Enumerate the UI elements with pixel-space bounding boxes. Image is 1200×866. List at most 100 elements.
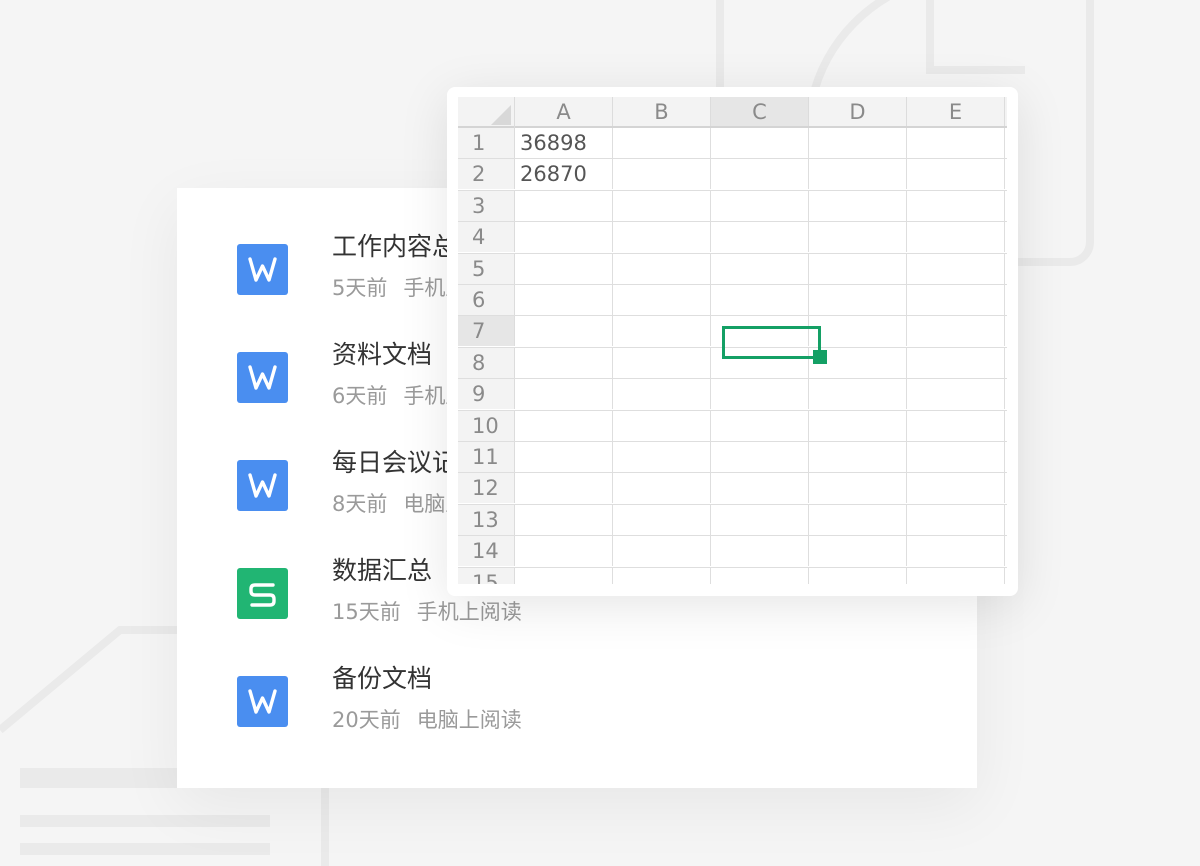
cell-c10[interactable] — [711, 410, 809, 441]
cell-a5[interactable] — [515, 253, 613, 284]
cell-a8[interactable] — [515, 347, 613, 378]
cell-e15[interactable] — [907, 567, 1005, 584]
cell-e14[interactable] — [907, 536, 1005, 567]
row-header[interactable]: 8 — [458, 347, 515, 378]
cell-e11[interactable] — [907, 442, 1005, 472]
cell-b11[interactable] — [613, 442, 711, 472]
cell-c13[interactable] — [711, 504, 809, 535]
column-header-e[interactable]: E — [907, 97, 1005, 126]
cell-b1[interactable] — [613, 128, 711, 158]
select-all-triangle-icon — [491, 105, 511, 125]
cell-c11[interactable] — [711, 442, 809, 472]
sheet-row: 6 — [458, 285, 1007, 317]
cell-b2[interactable] — [613, 159, 711, 190]
cell-a12[interactable] — [515, 473, 613, 504]
spreadsheet-grid: ABCDE 1 36898 2 26870 3 4 5 6 7 8 9 10 11 12 13 14 15 — [458, 97, 1007, 584]
cell-a14[interactable] — [515, 536, 613, 567]
cell-d2[interactable] — [809, 159, 907, 190]
cell-b3[interactable] — [613, 190, 711, 221]
cell-a3[interactable] — [515, 190, 613, 221]
cell-c3[interactable] — [711, 190, 809, 221]
column-header-c[interactable]: C — [711, 97, 809, 126]
cell-b13[interactable] — [613, 504, 711, 535]
row-header[interactable]: 7 — [458, 316, 515, 347]
row-header[interactable]: 14 — [458, 536, 515, 567]
cell-a2[interactable]: 26870 — [515, 159, 613, 190]
cell-d4[interactable] — [809, 222, 907, 253]
cell-d14[interactable] — [809, 536, 907, 567]
cell-a10[interactable] — [515, 410, 613, 441]
row-header[interactable]: 4 — [458, 222, 515, 253]
cell-c4[interactable] — [711, 222, 809, 253]
cell-e3[interactable] — [907, 190, 1005, 221]
row-header[interactable]: 15 — [458, 567, 515, 584]
cell-c2[interactable] — [711, 159, 809, 190]
cell-b4[interactable] — [613, 222, 711, 253]
row-header[interactable]: 11 — [458, 442, 515, 472]
cell-b5[interactable] — [613, 253, 711, 284]
cell-e4[interactable] — [907, 222, 1005, 253]
cell-d12[interactable] — [809, 473, 907, 504]
cell-c5[interactable] — [711, 253, 809, 284]
cell-c12[interactable] — [711, 473, 809, 504]
cell-a15[interactable] — [515, 567, 613, 584]
cell-b12[interactable] — [613, 473, 711, 504]
column-header-a[interactable]: A — [515, 97, 613, 126]
cell-e12[interactable] — [907, 473, 1005, 504]
cell-e13[interactable] — [907, 504, 1005, 535]
cell-e1[interactable] — [907, 128, 1005, 158]
cell-e9[interactable] — [907, 379, 1005, 410]
cell-d7[interactable] — [809, 316, 907, 347]
file-list-item[interactable]: 备份文档 20天前 电脑上阅读 — [237, 662, 957, 742]
fill-handle[interactable] — [813, 350, 827, 364]
row-header[interactable]: 12 — [458, 473, 515, 504]
cell-d15[interactable] — [809, 567, 907, 584]
row-header[interactable]: 5 — [458, 253, 515, 284]
cell-d5[interactable] — [809, 253, 907, 284]
sheet-row: 4 — [458, 222, 1007, 254]
cell-d1[interactable] — [809, 128, 907, 158]
cell-b15[interactable] — [613, 567, 711, 584]
row-header[interactable]: 1 — [458, 128, 515, 158]
row-header[interactable]: 13 — [458, 504, 515, 535]
row-header[interactable]: 9 — [458, 379, 515, 410]
row-header[interactable]: 10 — [458, 410, 515, 441]
cell-b9[interactable] — [613, 379, 711, 410]
cell-d6[interactable] — [809, 285, 907, 315]
cell-e7[interactable] — [907, 316, 1005, 347]
sheet-row: 15 — [458, 567, 1007, 584]
row-header[interactable]: 2 — [458, 159, 515, 190]
cell-e5[interactable] — [907, 253, 1005, 284]
cell-a4[interactable] — [515, 222, 613, 253]
cell-c9[interactable] — [711, 379, 809, 410]
row-header[interactable]: 6 — [458, 285, 515, 315]
row-header[interactable]: 3 — [458, 190, 515, 221]
cell-b10[interactable] — [613, 410, 711, 441]
select-all-corner[interactable] — [458, 97, 515, 128]
cell-d11[interactable] — [809, 442, 907, 472]
cell-a1[interactable]: 36898 — [515, 128, 613, 158]
cell-a11[interactable] — [515, 442, 613, 472]
cell-c14[interactable] — [711, 536, 809, 567]
cell-d10[interactable] — [809, 410, 907, 441]
cell-e10[interactable] — [907, 410, 1005, 441]
cell-e6[interactable] — [907, 285, 1005, 315]
cell-e2[interactable] — [907, 159, 1005, 190]
cell-a9[interactable] — [515, 379, 613, 410]
cell-a13[interactable] — [515, 504, 613, 535]
cell-b6[interactable] — [613, 285, 711, 315]
cell-c15[interactable] — [711, 567, 809, 584]
cell-b8[interactable] — [613, 347, 711, 378]
column-header-d[interactable]: D — [809, 97, 907, 126]
cell-d13[interactable] — [809, 504, 907, 535]
cell-c6[interactable] — [711, 285, 809, 315]
cell-d9[interactable] — [809, 379, 907, 410]
cell-c1[interactable] — [711, 128, 809, 158]
cell-e8[interactable] — [907, 347, 1005, 378]
column-header-b[interactable]: B — [613, 97, 711, 126]
cell-a6[interactable] — [515, 285, 613, 315]
cell-a7[interactable] — [515, 316, 613, 347]
cell-b14[interactable] — [613, 536, 711, 567]
cell-d3[interactable] — [809, 190, 907, 221]
cell-b7[interactable] — [613, 316, 711, 347]
